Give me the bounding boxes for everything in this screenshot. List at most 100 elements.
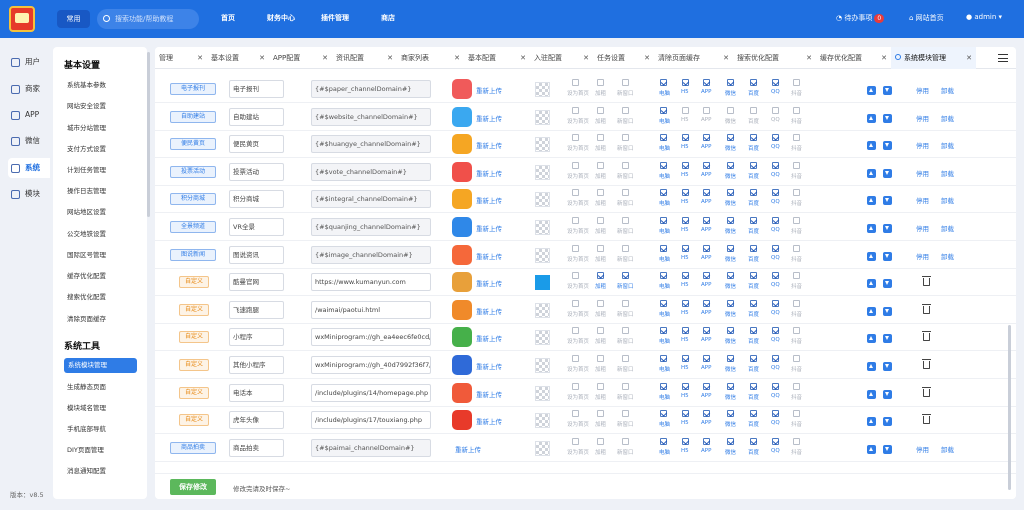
thumbnail-image[interactable] — [535, 385, 550, 401]
tab[interactable]: 清除页面缓存 ✕ — [654, 47, 733, 69]
tab[interactable]: 搜索优化配置 ✕ — [733, 47, 816, 69]
tab[interactable]: 任务设置 ✕ — [593, 47, 654, 69]
checkbox-dy[interactable] — [793, 79, 800, 86]
checkbox-home[interactable] — [572, 161, 579, 169]
checkbox-newwin[interactable] — [622, 355, 629, 362]
checkbox-app[interactable] — [703, 410, 710, 418]
move-up-icon[interactable] — [867, 389, 876, 399]
module-name-input[interactable]: 电话本 — [229, 383, 284, 402]
move-down-icon[interactable] — [883, 251, 892, 261]
nav-home[interactable]: 首页 — [221, 13, 235, 23]
checkbox-dy[interactable] — [793, 327, 800, 335]
checkbox-h5[interactable] — [682, 382, 689, 390]
checkbox-h5[interactable] — [682, 410, 689, 418]
uninstall-button[interactable]: 卸载 — [941, 140, 954, 150]
checkbox-dy[interactable] — [793, 437, 800, 445]
close-icon[interactable]: ✕ — [723, 47, 729, 69]
module-domain-input[interactable]: https://www.kumanyun.com — [311, 273, 431, 292]
tab[interactable]: 商家列表 ✕ — [397, 47, 464, 69]
thumbnail-image[interactable] — [535, 358, 550, 373]
tab[interactable]: 缓存优化配置 ✕ — [816, 47, 891, 69]
checkbox-bold[interactable] — [597, 410, 604, 418]
checkbox-app[interactable] — [703, 355, 710, 362]
common-button[interactable]: 常用 — [57, 10, 90, 28]
close-icon[interactable]: ✕ — [583, 47, 589, 69]
thumbnail-image[interactable] — [535, 275, 550, 291]
uninstall-button[interactable]: 卸载 — [941, 251, 954, 261]
trash-icon[interactable] — [922, 303, 931, 314]
checkbox-home[interactable] — [572, 410, 579, 418]
checkbox-wx[interactable] — [727, 244, 734, 252]
checkbox-home[interactable] — [572, 106, 579, 114]
module-name-input[interactable]: VR全景 — [229, 218, 284, 236]
checkbox-app[interactable] — [703, 244, 710, 252]
module-name-input[interactable]: 小程序 — [229, 328, 284, 347]
close-icon[interactable]: ✕ — [454, 47, 460, 69]
checkbox-app[interactable] — [703, 299, 710, 307]
checkbox-pc[interactable] — [660, 106, 667, 114]
submenu-item[interactable]: 公交地铁设置 — [67, 228, 106, 238]
checkbox-dy[interactable] — [793, 106, 800, 114]
thumbnail-image[interactable] — [535, 137, 550, 153]
checkbox-home[interactable] — [572, 437, 579, 445]
module-name-input[interactable]: 商品拍卖 — [229, 438, 284, 457]
move-up-icon[interactable] — [867, 141, 876, 151]
move-up-icon[interactable] — [867, 444, 876, 454]
checkbox-qq[interactable] — [772, 327, 779, 335]
submenu-item[interactable]: DIY页面管理 — [67, 444, 104, 454]
checkbox-bold[interactable] — [597, 327, 604, 335]
move-up-icon[interactable] — [867, 86, 876, 95]
module-domain-input[interactable]: {#$website_channelDomain#} — [311, 107, 431, 126]
checkbox-app[interactable] — [703, 382, 710, 390]
submenu-item[interactable]: 模块域名管理 — [67, 402, 106, 412]
checkbox-bold[interactable] — [597, 299, 604, 307]
thumbnail-image[interactable] — [535, 330, 550, 346]
tab[interactable]: 入驻配置 ✕ — [530, 47, 593, 69]
nav-finance[interactable]: 财务中心 — [267, 13, 295, 23]
reupload-link[interactable]: 重新上传 — [476, 168, 502, 178]
checkbox-bd[interactable] — [750, 217, 757, 224]
checkbox-qq[interactable] — [772, 355, 779, 362]
move-up-icon[interactable] — [867, 113, 876, 123]
submenu-item[interactable]: 缓存优化配置 — [67, 270, 106, 280]
checkbox-h5[interactable] — [682, 106, 689, 114]
user-menu[interactable]: ● admin ▾ — [966, 13, 1002, 21]
uninstall-button[interactable]: 卸载 — [941, 113, 954, 123]
main-scrollbar[interactable] — [1008, 325, 1011, 490]
checkbox-bold[interactable] — [597, 272, 604, 280]
checkbox-dy[interactable] — [793, 382, 800, 390]
uninstall-button[interactable]: 卸载 — [941, 223, 954, 233]
checkbox-wx[interactable] — [727, 410, 734, 418]
thumbnail-image[interactable] — [535, 220, 550, 235]
trash-icon[interactable] — [922, 331, 931, 342]
checkbox-app[interactable] — [703, 189, 710, 197]
tab[interactable]: APP配置 ✕ — [269, 47, 332, 69]
checkbox-bold[interactable] — [597, 355, 604, 362]
module-domain-input[interactable]: wxMiniprogram://gh_40d7992f36f7/ — [311, 356, 431, 374]
checkbox-bd[interactable] — [750, 106, 757, 114]
thumbnail-image[interactable] — [535, 247, 550, 263]
disable-button[interactable]: 停用 — [916, 140, 929, 150]
checkbox-qq[interactable] — [772, 437, 779, 445]
uninstall-button[interactable]: 卸载 — [941, 168, 954, 178]
reupload-link[interactable]: 重新上传 — [476, 251, 502, 261]
move-down-icon[interactable] — [883, 196, 892, 206]
close-icon[interactable]: ✕ — [966, 47, 972, 69]
disable-button[interactable]: 停用 — [916, 251, 929, 261]
reupload-link[interactable]: 重新上传 — [476, 389, 502, 399]
checkbox-dy[interactable] — [793, 244, 800, 252]
submenu-item[interactable]: 手机底部导航 — [67, 423, 106, 433]
checkbox-dy[interactable] — [793, 217, 800, 224]
checkbox-dy[interactable] — [793, 299, 800, 307]
submenu-item[interactable]: 清除页面缓存 — [67, 313, 106, 323]
move-down-icon[interactable] — [883, 141, 892, 151]
checkbox-newwin[interactable] — [622, 272, 629, 280]
checkbox-newwin[interactable] — [622, 106, 629, 114]
checkbox-dy[interactable] — [793, 161, 800, 169]
submenu-item[interactable]: 生成静态页面 — [67, 381, 106, 391]
move-up-icon[interactable] — [867, 224, 876, 233]
checkbox-bd[interactable] — [750, 410, 757, 418]
submenu-item[interactable]: 操作日志管理 — [67, 185, 106, 195]
submenu-item[interactable]: 系统基本参数 — [67, 79, 106, 89]
checkbox-pc[interactable] — [660, 437, 667, 445]
